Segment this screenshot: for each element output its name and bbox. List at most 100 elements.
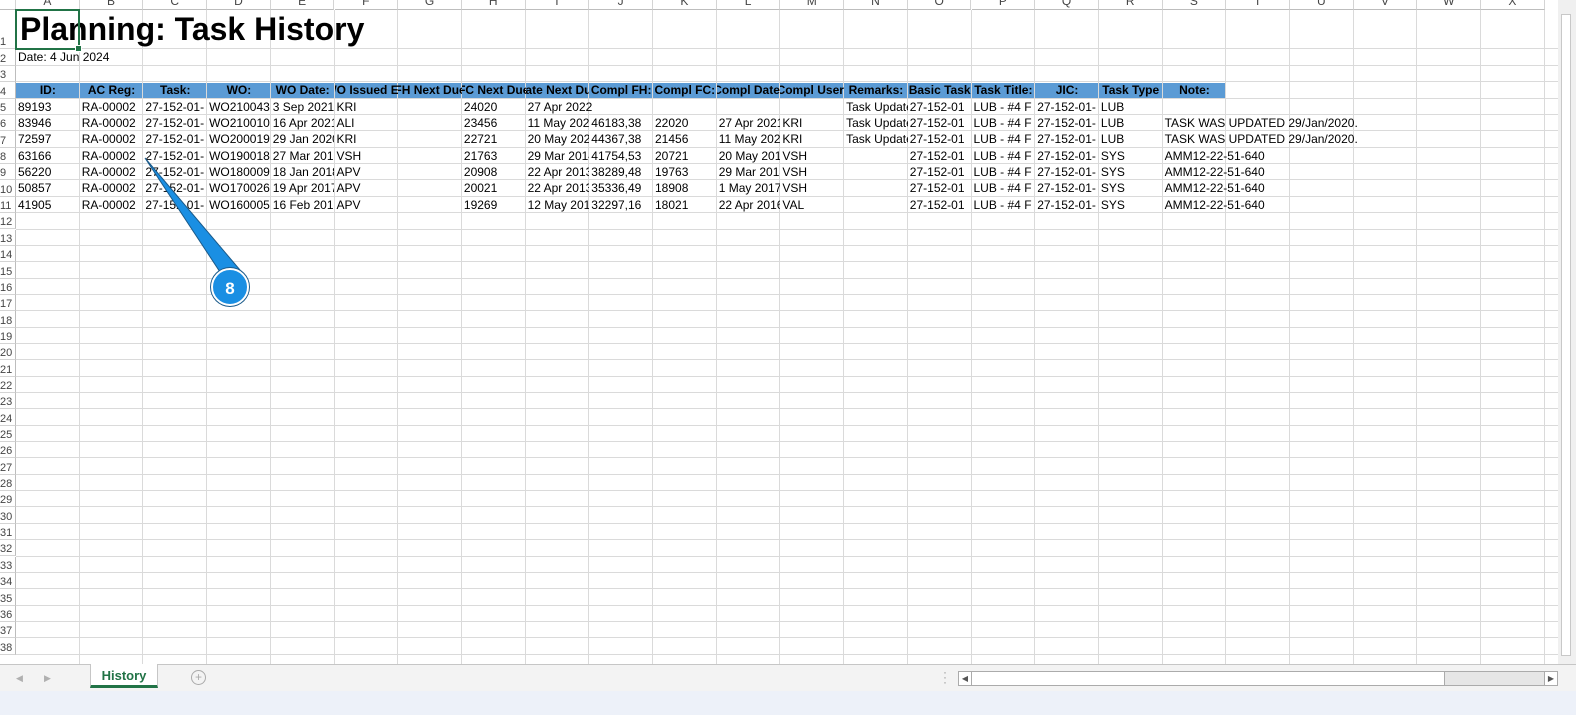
row-header-18[interactable]: 18 xyxy=(0,311,16,328)
horizontal-scrollbar[interactable]: ◀ ▶ xyxy=(958,671,1558,686)
table-cell[interactable]: 22020 xyxy=(653,115,717,131)
table-cell[interactable]: 21763 xyxy=(462,148,526,164)
table-cell[interactable]: WO210010 xyxy=(207,115,271,131)
column-header-V[interactable]: V xyxy=(1353,0,1418,10)
table-cell[interactable]: Task Updated xyxy=(844,99,908,115)
row-header-26[interactable]: 26 xyxy=(0,442,16,459)
table-cell[interactable]: 18021 xyxy=(653,197,717,213)
column-header-R[interactable]: R xyxy=(1098,0,1163,10)
row-header-22[interactable]: 22 xyxy=(0,376,16,393)
table-cell[interactable]: 19269 xyxy=(462,197,526,213)
table-cell[interactable]: RA-00002 xyxy=(80,99,144,115)
column-header-B[interactable]: B xyxy=(79,0,144,10)
table-cell[interactable]: ALI xyxy=(335,115,399,131)
column-title-cell[interactable]: AC Reg: xyxy=(80,82,144,98)
table-cell[interactable]: SYS xyxy=(1099,180,1163,196)
table-cell[interactable]: 19763 xyxy=(653,164,717,180)
column-header-T[interactable]: T xyxy=(1226,0,1290,10)
add-sheet-plus-icon[interactable]: + xyxy=(191,670,206,685)
row-header-13[interactable]: 13 xyxy=(0,229,16,246)
column-header-D[interactable]: D xyxy=(207,0,271,10)
table-cell[interactable]: TASK WAS UPDATED 29/Jan/2020. xyxy=(1163,115,1358,131)
row-header-7[interactable]: 7 xyxy=(0,131,16,148)
table-cell[interactable]: WO190018 xyxy=(207,148,271,164)
row-header-11[interactable]: 11 xyxy=(0,196,16,214)
row-header-30[interactable]: 30 xyxy=(0,507,16,524)
row-header-24[interactable]: 24 xyxy=(0,409,16,426)
table-cell[interactable]: LUB - #4 F xyxy=(972,180,1036,196)
table-cell[interactable]: 27-152-01- xyxy=(1035,164,1099,180)
column-header-M[interactable]: M xyxy=(780,0,845,10)
table-cell[interactable]: 19 Apr 2017 xyxy=(271,180,335,196)
table-cell[interactable]: APV xyxy=(335,197,399,213)
table-cell[interactable]: 1 May 2017 xyxy=(717,180,781,196)
table-cell[interactable]: RA-00002 xyxy=(80,164,144,180)
column-header-X[interactable]: X xyxy=(1481,0,1545,10)
table-cell[interactable]: 29 Jan 2020 xyxy=(271,131,335,147)
column-title-cell[interactable]: Task Title: xyxy=(972,82,1036,98)
column-title-cell[interactable]: WO Issued EH xyxy=(335,82,399,98)
table-cell[interactable]: AMM12-22-51-640 xyxy=(1163,197,1265,213)
table-cell[interactable]: 23456 xyxy=(462,115,526,131)
table-cell[interactable]: 32297,16 xyxy=(589,197,653,213)
row-header-17[interactable]: 17 xyxy=(0,294,16,312)
table-cell[interactable]: WO170026 xyxy=(207,180,271,196)
table-cell[interactable]: 12 May 2013 xyxy=(526,197,590,213)
row-header-23[interactable]: 23 xyxy=(0,393,16,410)
row-header-36[interactable]: 36 xyxy=(0,605,16,622)
table-cell[interactable]: 27-152-01- xyxy=(1035,99,1099,115)
table-cell[interactable]: 27-152-01 xyxy=(908,99,972,115)
table-cell[interactable]: LUB xyxy=(1099,115,1163,131)
table-cell[interactable]: 63166 xyxy=(16,148,80,164)
table-cell[interactable]: LUB - #4 F xyxy=(972,164,1036,180)
row-header-20[interactable]: 20 xyxy=(0,343,16,361)
table-cell[interactable]: 27-152-01- xyxy=(1035,131,1099,147)
column-header-G[interactable]: G xyxy=(398,0,462,10)
table-cell[interactable]: 27-152-01- xyxy=(143,148,207,164)
table-cell[interactable]: RA-00002 xyxy=(80,148,144,164)
more-options-dots-icon[interactable]: · · · xyxy=(943,666,947,688)
table-cell[interactable]: 27-152-01 xyxy=(908,115,972,131)
table-cell[interactable]: 20 May 2019 xyxy=(717,148,781,164)
table-cell[interactable]: 50857 xyxy=(16,180,80,196)
table-cell[interactable]: KRI xyxy=(335,131,399,147)
row-header-12[interactable]: 12 xyxy=(0,213,16,230)
table-cell[interactable]: AMM12-22-51-640 xyxy=(1163,180,1265,196)
vertical-scroll-thumb[interactable] xyxy=(1561,14,1571,656)
table-cell[interactable]: VSH xyxy=(780,148,844,164)
table-cell[interactable]: 20721 xyxy=(653,148,717,164)
table-cell[interactable]: APV xyxy=(335,180,399,196)
table-cell[interactable]: Task Updated xyxy=(844,115,908,131)
table-cell[interactable]: RA-00002 xyxy=(80,180,144,196)
row-header-31[interactable]: 31 xyxy=(0,523,16,541)
table-cell[interactable]: LUB - #4 F xyxy=(972,131,1036,147)
column-title-cell[interactable]: JIC: xyxy=(1035,82,1099,98)
column-header-P[interactable]: P xyxy=(971,0,1036,10)
row-header-4[interactable]: 4 xyxy=(0,82,16,99)
table-cell[interactable]: WO200019 xyxy=(207,131,271,147)
spreadsheet-grid[interactable]: A B C D E F G H I J K L M N O P Q R S T U V W X 1 2 3 4 5 6 7 8 9 10 11 12 1… xyxy=(0,0,1558,664)
column-title-cell[interactable]: WO Date: xyxy=(271,82,335,98)
table-cell[interactable]: 27-152-01- xyxy=(1035,148,1099,164)
column-header-S[interactable]: S xyxy=(1162,0,1227,10)
table-cell[interactable]: AMM12-22-51-640 xyxy=(1163,164,1265,180)
row-header-27[interactable]: 27 xyxy=(0,458,16,475)
table-cell[interactable]: VAL xyxy=(780,197,844,213)
row-header-15[interactable]: 15 xyxy=(0,262,16,279)
table-cell[interactable]: LUB - #4 F xyxy=(972,148,1036,164)
column-header-C[interactable]: C xyxy=(143,0,208,10)
row-header-8[interactable]: 8 xyxy=(0,147,16,165)
row-header-16[interactable]: 16 xyxy=(0,278,16,295)
table-cell[interactable]: 56220 xyxy=(16,164,80,180)
table-cell[interactable]: RA-00002 xyxy=(80,131,144,147)
table-cell[interactable]: LUB - #4 F xyxy=(972,115,1036,131)
table-cell[interactable]: VSH xyxy=(335,148,399,164)
table-cell[interactable]: LUB xyxy=(1099,131,1163,147)
table-cell[interactable]: 27 Apr 2021 xyxy=(717,115,781,131)
table-cell[interactable]: 46183,38 xyxy=(589,115,653,131)
table-cell[interactable]: 44367,38 xyxy=(589,131,653,147)
table-cell[interactable]: 27-152-01 xyxy=(908,148,972,164)
row-header-35[interactable]: 35 xyxy=(0,589,16,606)
table-cell[interactable]: WO210043 xyxy=(207,99,271,115)
table-cell[interactable]: 21456 xyxy=(653,131,717,147)
